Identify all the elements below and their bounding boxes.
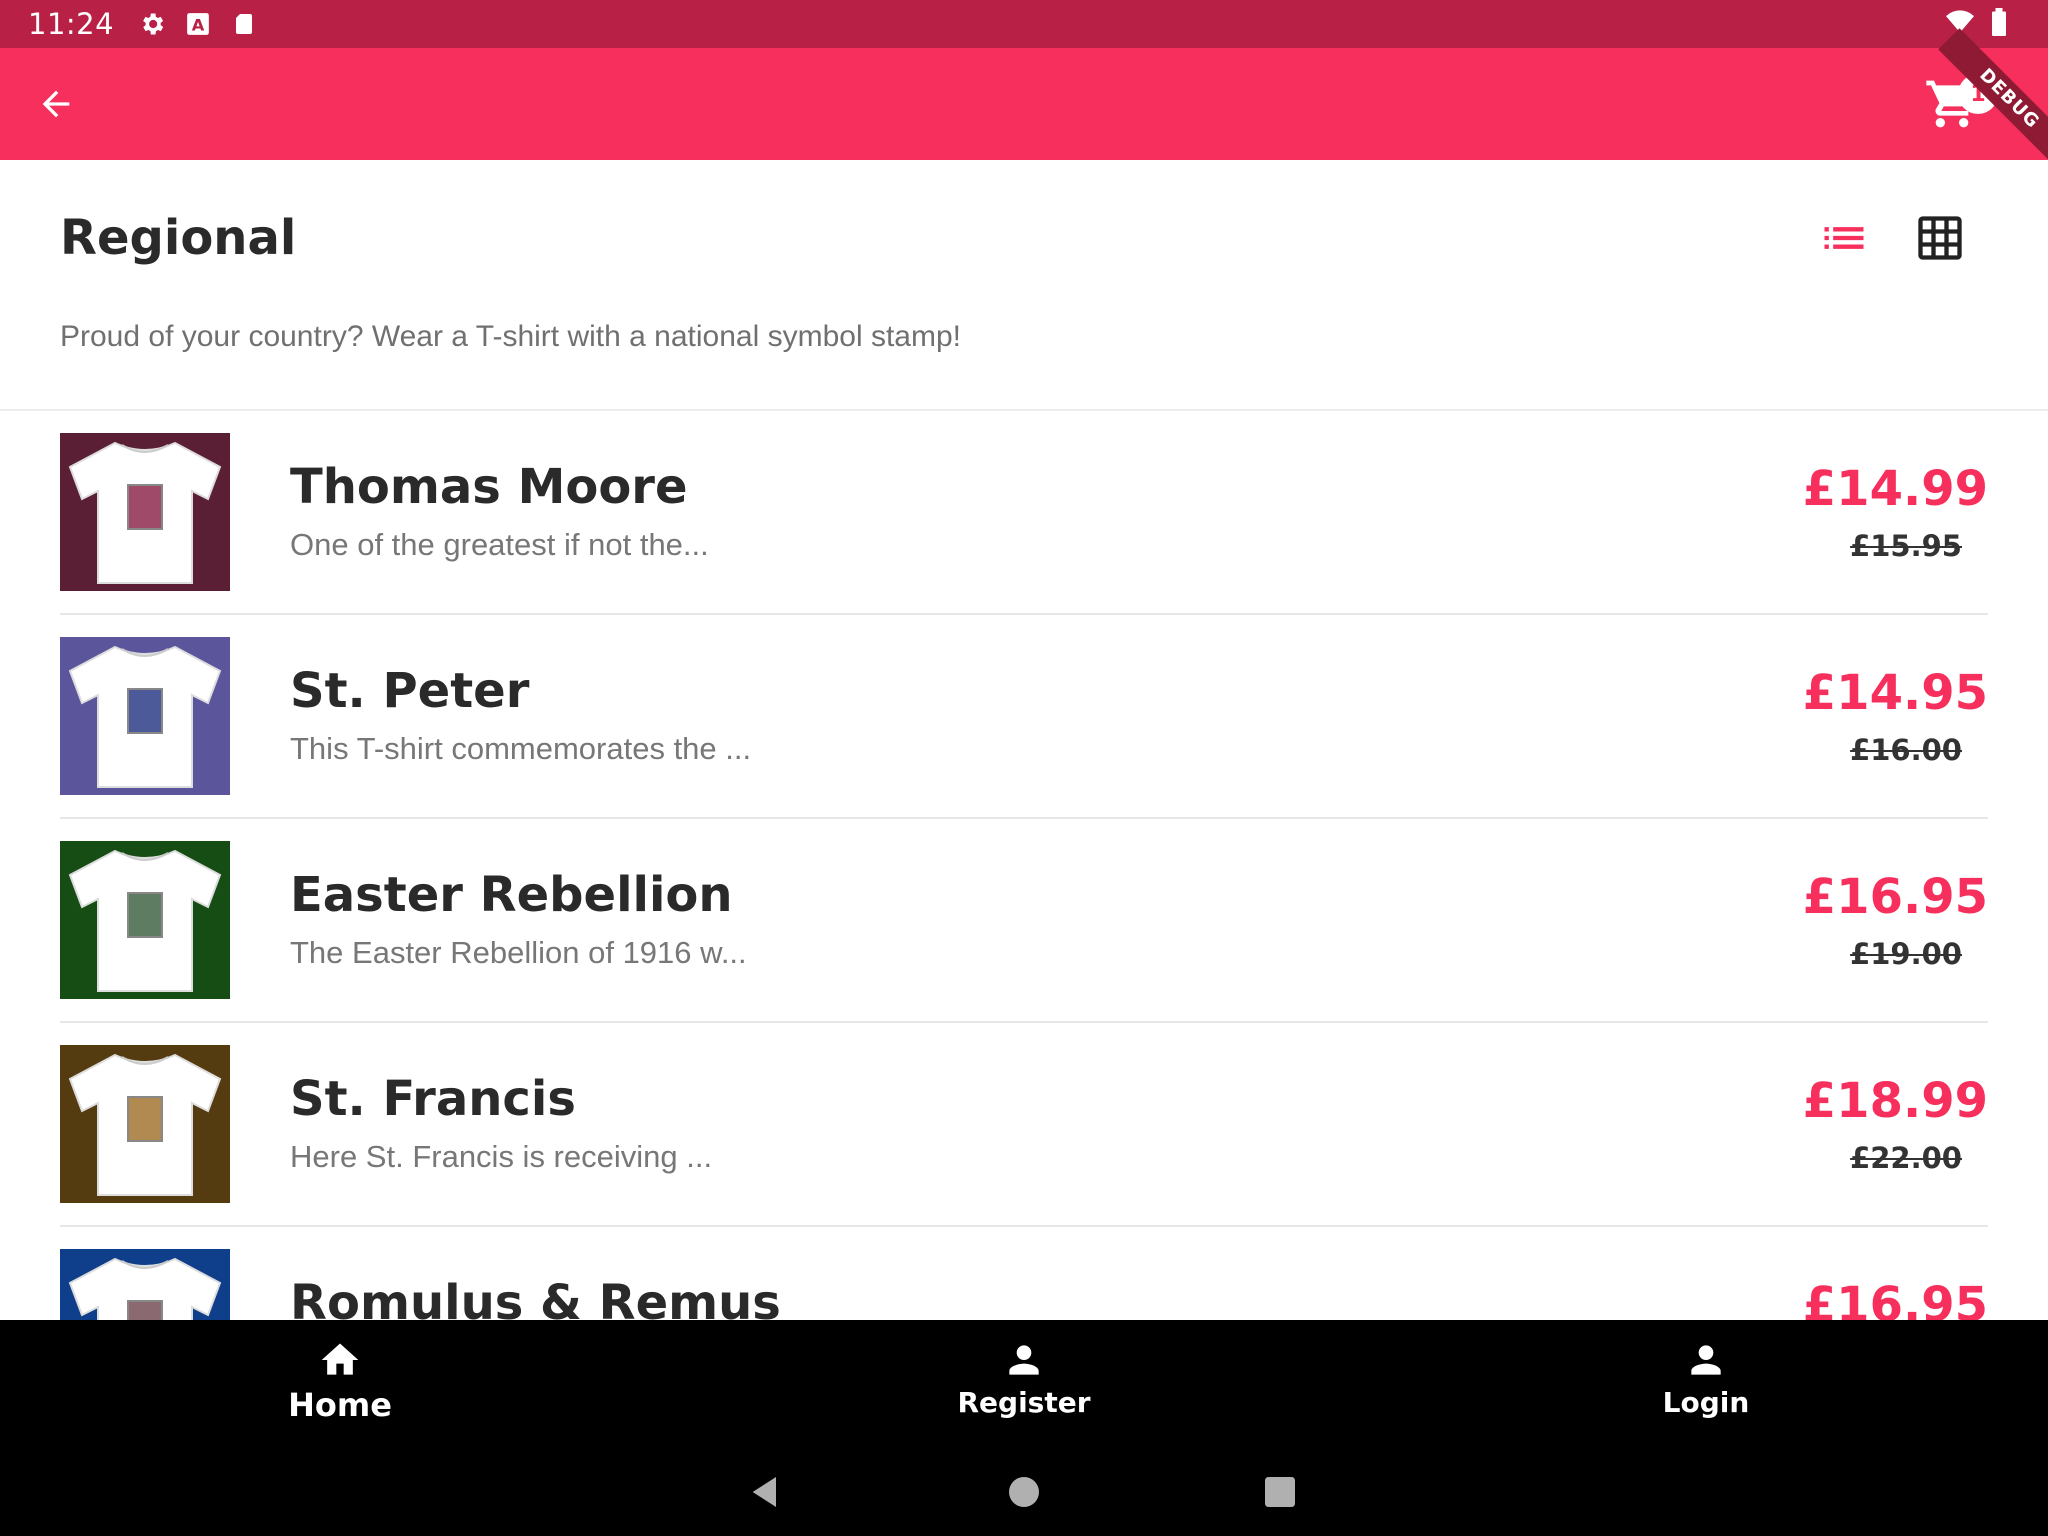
stamp-graphic (127, 1096, 163, 1142)
grid-icon (1918, 216, 1962, 260)
nav-register-label: Register (957, 1386, 1091, 1419)
product-row[interactable]: St. Peter This T-shirt commemorates the … (60, 615, 1988, 819)
list-view-button[interactable] (1818, 212, 1870, 264)
back-button[interactable] (30, 78, 82, 130)
stamp-graphic (127, 688, 163, 734)
grid-view-button[interactable] (1914, 212, 1966, 264)
product-price: £18.99 (1802, 1073, 1988, 1129)
page-title: Regional (60, 210, 297, 266)
product-row[interactable]: Easter Rebellion The Easter Rebellion of… (60, 819, 1988, 1023)
product-description: The Easter Rebellion of 1916 w... (290, 935, 747, 970)
home-icon (321, 1343, 359, 1375)
product-thumbnail (60, 433, 230, 591)
a-notification-icon: A (182, 8, 214, 40)
tshirt-image (68, 645, 222, 788)
product-name: Romulus & Remus (290, 1275, 781, 1320)
stamp-graphic (127, 1300, 163, 1320)
tshirt-image (68, 1257, 222, 1320)
nav-login[interactable]: Login (1576, 1320, 1836, 1448)
stamp-graphic (127, 484, 163, 530)
product-price: £16.95 (1802, 1277, 1988, 1320)
tshirt-image (68, 441, 222, 584)
product-description: One of the greatest if not the... (290, 527, 709, 562)
system-back-button[interactable] (746, 1472, 786, 1512)
app-bar: 1 DEBUG (0, 28, 2048, 170)
product-row[interactable]: St. Francis Here St. Francis is receivin… (60, 1023, 1988, 1227)
nav-register[interactable]: Register (894, 1320, 1154, 1448)
status-bar: 11:24 A (0, 0, 2048, 48)
triangle-back-icon (752, 1477, 776, 1507)
bottom-navigation: Home Register Login (0, 1320, 2048, 1448)
product-old-price: £22.00 (1850, 1141, 1962, 1175)
svg-text:A: A (192, 16, 205, 35)
arrow-back-icon (42, 90, 70, 118)
product-name: Easter Rebellion (290, 867, 733, 923)
category-header: Regional Proud of your country? Wear a T… (0, 160, 2048, 411)
product-old-price: £19.00 (1850, 937, 1962, 971)
list-icon (1824, 227, 1864, 249)
person-icon (1009, 1345, 1039, 1375)
product-name: Thomas Moore (290, 459, 688, 515)
product-thumbnail (60, 841, 230, 999)
product-old-price: £15.95 (1850, 529, 1962, 563)
settings-icon (136, 8, 168, 40)
product-price: £14.99 (1802, 461, 1988, 517)
product-row[interactable]: Thomas Moore One of the greatest if not … (60, 411, 1988, 615)
product-description: This T-shirt commemorates the ... (290, 731, 752, 766)
product-thumbnail (60, 1249, 230, 1320)
product-name: St. Peter (290, 663, 530, 719)
tshirt-image (68, 1053, 222, 1196)
sd-card-icon (228, 8, 260, 40)
nav-login-label: Login (1662, 1386, 1750, 1419)
square-recents-icon (1265, 1477, 1295, 1507)
tshirt-image (68, 849, 222, 992)
person-icon (1691, 1345, 1721, 1375)
stamp-graphic (127, 892, 163, 938)
system-home-button[interactable] (1004, 1472, 1044, 1512)
product-row[interactable]: Romulus & Remus £16.95 (60, 1227, 1988, 1320)
product-name: St. Francis (290, 1071, 576, 1127)
category-description: Proud of your country? Wear a T-shirt wi… (60, 320, 961, 353)
product-old-price: £16.00 (1850, 733, 1962, 767)
product-price: £16.95 (1802, 869, 1988, 925)
nav-home-label: Home (288, 1386, 392, 1424)
product-description: Here St. Francis is receiving ... (290, 1139, 713, 1174)
system-navigation-bar (0, 1448, 2048, 1536)
nav-home[interactable]: Home (210, 1320, 470, 1448)
product-thumbnail (60, 637, 230, 795)
product-price: £14.95 (1802, 665, 1988, 721)
product-list: Thomas Moore One of the greatest if not … (0, 411, 2048, 1320)
status-time: 11:24 (28, 7, 115, 41)
circle-home-icon (1009, 1477, 1039, 1507)
product-thumbnail (60, 1045, 230, 1203)
system-recents-button[interactable] (1260, 1472, 1300, 1512)
battery-icon (1990, 8, 2008, 43)
